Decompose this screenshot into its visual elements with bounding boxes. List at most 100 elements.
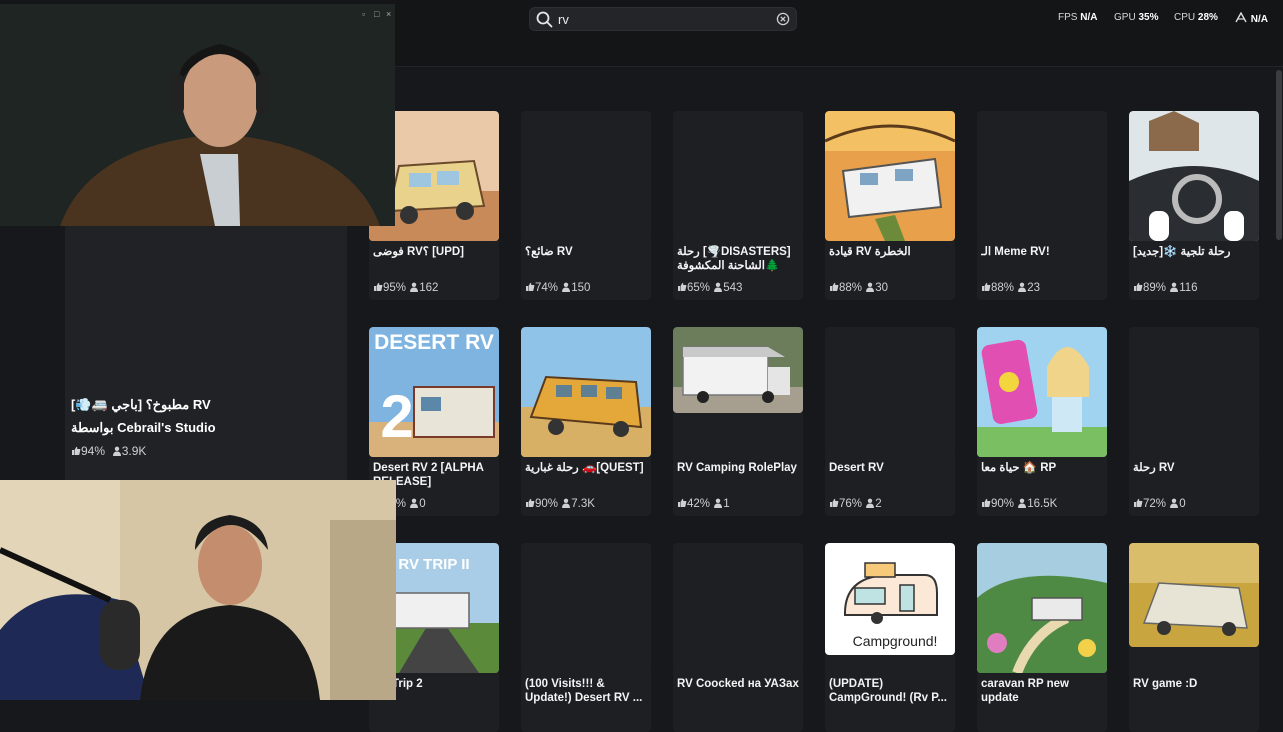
game-rating: 88%: [839, 282, 863, 294]
game-rating: 72%: [1143, 498, 1167, 510]
thumbs-up-icon: [72, 446, 81, 455]
game-rating: 76%: [839, 498, 863, 510]
thumbs-up-icon: [526, 498, 535, 507]
players-icon: [410, 498, 419, 508]
game-title: RV Coocked на УАЗах: [677, 678, 799, 690]
game-card[interactable]: Campground! (UPDATE) CampGround! (Rv P..…: [825, 543, 955, 732]
game-thumbnail: [673, 111, 803, 241]
game-rating: 88%: [991, 282, 1015, 294]
game-thumbnail: [825, 327, 955, 457]
game-stats: 65% 543: [677, 282, 742, 294]
game-players: 7.3K: [571, 498, 595, 510]
game-rating: 90%: [991, 498, 1015, 510]
players-icon: [866, 282, 875, 292]
players-icon: [1018, 498, 1027, 508]
webcam-overlay-top: ▫ □ ×: [0, 4, 395, 226]
thumbs-up-icon: [374, 282, 383, 291]
game-thumbnail: Campground!: [825, 543, 955, 655]
game-stats: 76% 2: [829, 498, 882, 510]
thumbs-up-icon: [830, 282, 839, 291]
game-players: 543: [723, 282, 743, 294]
game-players: 30: [875, 282, 889, 294]
game-thumbnail: [673, 543, 803, 673]
gpu-value: 35%: [1138, 12, 1159, 23]
featured-card[interactable]: [65, 226, 347, 480]
network-stat: N/A: [1234, 12, 1268, 25]
featured-players: 3.9K: [121, 444, 147, 458]
clear-search-icon[interactable]: [776, 12, 790, 26]
game-title: فوضى RV؟ [UPD]: [373, 246, 465, 258]
game-thumbnail: [825, 111, 955, 241]
players-icon: [562, 498, 571, 508]
game-thumbnail: [521, 111, 651, 241]
game-title: Desert RV: [829, 462, 884, 474]
game-players: 16.5K: [1027, 498, 1058, 510]
fps-value: N/A: [1080, 12, 1098, 23]
game-stats: 72% 0: [1133, 498, 1186, 510]
gpu-label: GPU: [1114, 12, 1136, 23]
players-icon: [1018, 282, 1027, 292]
search-input[interactable]: [558, 10, 758, 28]
game-card[interactable]: Desert RV 76% 2: [825, 327, 955, 516]
gpu-stat: GPU 35%: [1114, 12, 1158, 23]
game-card[interactable]: قيادة RV الخطرة 88% 30: [825, 111, 955, 300]
game-stats: 90% 16.5K: [981, 498, 1057, 510]
game-thumbnail: [1129, 327, 1259, 457]
game-card[interactable]: caravan RP new update: [977, 543, 1107, 732]
game-card[interactable]: ضائع؟ RV 74% 150: [521, 111, 651, 300]
webcam-overlay-bottom: [0, 480, 396, 700]
game-rating: 42%: [687, 498, 711, 510]
network-icon: [1235, 12, 1247, 23]
players-icon: [1170, 498, 1179, 508]
featured-title: مطبوخ؟ [باجي 🚐💨] RV: [71, 397, 211, 412]
game-card[interactable]: (100 Visits!!! & Update!) Desert RV ...: [521, 543, 651, 732]
game-thumbnail: [977, 111, 1107, 241]
game-card[interactable]: RV Coocked на УАЗах: [673, 543, 803, 732]
game-title: قيادة RV الخطرة: [829, 246, 911, 258]
maximize-icon[interactable]: □: [374, 9, 379, 19]
game-rating: 95%: [383, 282, 407, 294]
game-stats: 95% 162: [373, 282, 438, 294]
cpu-value: 28%: [1197, 12, 1218, 23]
thumbs-up-icon: [678, 282, 687, 291]
search-bar[interactable]: [529, 7, 797, 31]
thumbs-up-icon: [982, 498, 991, 507]
thumbs-up-icon: [982, 282, 991, 291]
players-icon: [112, 446, 121, 456]
game-title: (100 Visits!!! & Update!) Desert RV ...: [525, 678, 643, 704]
players-icon: [714, 282, 723, 292]
game-rating: 65%: [687, 282, 711, 294]
players-icon: [866, 498, 875, 508]
game-title: caravan RP new update: [981, 678, 1070, 704]
players-icon: [714, 498, 723, 508]
game-players: 0: [1179, 498, 1186, 510]
game-card[interactable]: رحلة RV 72% 0: [1129, 327, 1259, 516]
game-title: حياة معا 🏠 RP: [981, 462, 1057, 474]
featured-studio: بواسطة Cebrail's Studio: [71, 420, 216, 435]
game-card[interactable]: رحلة [🌪️DISASTERS] الشاحنة المكشوفة🌲 65%…: [673, 111, 803, 300]
game-stats: 74% 150: [525, 282, 590, 294]
game-card[interactable]: حياة معا 🏠 RP 90% 16.5K: [977, 327, 1107, 516]
game-stats: 88% 30: [829, 282, 888, 294]
game-thumbnail: [673, 327, 803, 413]
game-title: RV game :D: [1133, 678, 1198, 690]
game-players: 0: [419, 498, 426, 510]
fps-stat: FPS N/A: [1058, 12, 1097, 23]
thumbs-up-icon: [830, 498, 839, 507]
minimize-icon[interactable]: ▫: [362, 9, 365, 19]
game-card[interactable]: رحلة غبارية 🚗[QUEST] 90% 7.3K: [521, 327, 651, 516]
scrollbar[interactable]: [1276, 70, 1282, 240]
game-card[interactable]: RV game :D: [1129, 543, 1259, 732]
close-icon[interactable]: ×: [386, 9, 391, 19]
game-stats: 90% 7.3K: [525, 498, 595, 510]
game-title: (UPDATE) CampGround! (Rv P...: [829, 678, 947, 704]
game-card[interactable]: رحلة تلجية ❄️[جديد] 89% 116: [1129, 111, 1259, 300]
players-icon: [1170, 282, 1179, 292]
cpu-label: CPU: [1174, 12, 1196, 23]
game-card[interactable]: RV Camping RolePlay 42% 1: [673, 327, 803, 516]
game-players: 23: [1027, 282, 1041, 294]
game-players: 162: [419, 282, 439, 294]
game-title: الـ Meme RV!: [981, 246, 1050, 258]
game-card[interactable]: الـ Meme RV! 88% 23: [977, 111, 1107, 300]
game-stats: 42% 1: [677, 498, 730, 510]
